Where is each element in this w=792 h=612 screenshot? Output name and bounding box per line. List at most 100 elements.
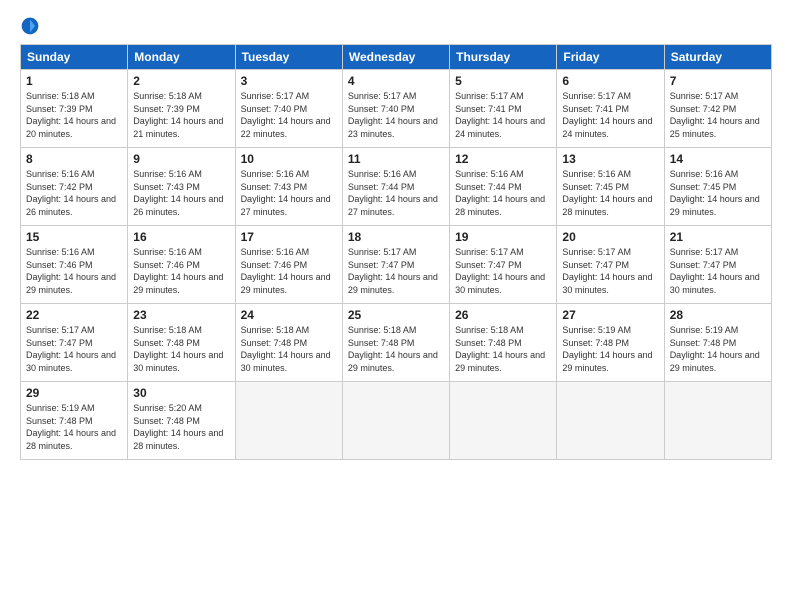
day-header-tuesday: Tuesday <box>235 45 342 70</box>
day-header-saturday: Saturday <box>664 45 771 70</box>
week-row-2: 8 Sunrise: 5:16 AM Sunset: 7:42 PM Dayli… <box>21 148 772 226</box>
day-info: Sunrise: 5:17 AM Sunset: 7:47 PM Dayligh… <box>455 246 551 296</box>
day-number: 9 <box>133 152 229 166</box>
day-number: 7 <box>670 74 766 88</box>
day-number: 30 <box>133 386 229 400</box>
calendar-cell <box>235 382 342 460</box>
calendar-cell: 14 Sunrise: 5:16 AM Sunset: 7:45 PM Dayl… <box>664 148 771 226</box>
day-info: Sunrise: 5:19 AM Sunset: 7:48 PM Dayligh… <box>670 324 766 374</box>
calendar-cell: 24 Sunrise: 5:18 AM Sunset: 7:48 PM Dayl… <box>235 304 342 382</box>
day-info: Sunrise: 5:19 AM Sunset: 7:48 PM Dayligh… <box>26 402 122 452</box>
day-number: 2 <box>133 74 229 88</box>
day-info: Sunrise: 5:18 AM Sunset: 7:48 PM Dayligh… <box>133 324 229 374</box>
day-header-wednesday: Wednesday <box>342 45 449 70</box>
day-info: Sunrise: 5:17 AM Sunset: 7:41 PM Dayligh… <box>562 90 658 140</box>
day-number: 3 <box>241 74 337 88</box>
day-number: 13 <box>562 152 658 166</box>
day-number: 18 <box>348 230 444 244</box>
day-info: Sunrise: 5:16 AM Sunset: 7:45 PM Dayligh… <box>562 168 658 218</box>
day-number: 8 <box>26 152 122 166</box>
calendar-cell: 19 Sunrise: 5:17 AM Sunset: 7:47 PM Dayl… <box>450 226 557 304</box>
page: SundayMondayTuesdayWednesdayThursdayFrid… <box>0 0 792 612</box>
calendar-cell: 17 Sunrise: 5:16 AM Sunset: 7:46 PM Dayl… <box>235 226 342 304</box>
calendar-header-row: SundayMondayTuesdayWednesdayThursdayFrid… <box>21 45 772 70</box>
calendar-cell: 4 Sunrise: 5:17 AM Sunset: 7:40 PM Dayli… <box>342 70 449 148</box>
day-info: Sunrise: 5:17 AM Sunset: 7:41 PM Dayligh… <box>455 90 551 140</box>
day-number: 29 <box>26 386 122 400</box>
day-info: Sunrise: 5:16 AM Sunset: 7:46 PM Dayligh… <box>133 246 229 296</box>
day-number: 1 <box>26 74 122 88</box>
day-info: Sunrise: 5:18 AM Sunset: 7:48 PM Dayligh… <box>348 324 444 374</box>
day-header-thursday: Thursday <box>450 45 557 70</box>
day-number: 28 <box>670 308 766 322</box>
calendar-cell: 18 Sunrise: 5:17 AM Sunset: 7:47 PM Dayl… <box>342 226 449 304</box>
calendar-cell: 8 Sunrise: 5:16 AM Sunset: 7:42 PM Dayli… <box>21 148 128 226</box>
day-info: Sunrise: 5:16 AM Sunset: 7:44 PM Dayligh… <box>455 168 551 218</box>
day-info: Sunrise: 5:17 AM Sunset: 7:40 PM Dayligh… <box>241 90 337 140</box>
header <box>20 16 772 36</box>
day-number: 26 <box>455 308 551 322</box>
day-number: 14 <box>670 152 766 166</box>
calendar-cell: 7 Sunrise: 5:17 AM Sunset: 7:42 PM Dayli… <box>664 70 771 148</box>
calendar-cell: 5 Sunrise: 5:17 AM Sunset: 7:41 PM Dayli… <box>450 70 557 148</box>
day-number: 17 <box>241 230 337 244</box>
day-number: 27 <box>562 308 658 322</box>
day-info: Sunrise: 5:17 AM Sunset: 7:40 PM Dayligh… <box>348 90 444 140</box>
week-row-5: 29 Sunrise: 5:19 AM Sunset: 7:48 PM Dayl… <box>21 382 772 460</box>
day-header-monday: Monday <box>128 45 235 70</box>
day-info: Sunrise: 5:17 AM Sunset: 7:47 PM Dayligh… <box>348 246 444 296</box>
calendar-cell: 16 Sunrise: 5:16 AM Sunset: 7:46 PM Dayl… <box>128 226 235 304</box>
logo <box>20 16 44 36</box>
day-header-friday: Friday <box>557 45 664 70</box>
day-info: Sunrise: 5:16 AM Sunset: 7:46 PM Dayligh… <box>241 246 337 296</box>
day-info: Sunrise: 5:20 AM Sunset: 7:48 PM Dayligh… <box>133 402 229 452</box>
day-number: 19 <box>455 230 551 244</box>
day-info: Sunrise: 5:16 AM Sunset: 7:46 PM Dayligh… <box>26 246 122 296</box>
calendar-cell: 15 Sunrise: 5:16 AM Sunset: 7:46 PM Dayl… <box>21 226 128 304</box>
calendar-cell <box>342 382 449 460</box>
calendar-cell: 1 Sunrise: 5:18 AM Sunset: 7:39 PM Dayli… <box>21 70 128 148</box>
calendar-cell <box>450 382 557 460</box>
day-number: 10 <box>241 152 337 166</box>
calendar-cell: 27 Sunrise: 5:19 AM Sunset: 7:48 PM Dayl… <box>557 304 664 382</box>
calendar-cell: 30 Sunrise: 5:20 AM Sunset: 7:48 PM Dayl… <box>128 382 235 460</box>
day-info: Sunrise: 5:17 AM Sunset: 7:47 PM Dayligh… <box>562 246 658 296</box>
logo-icon <box>20 16 40 36</box>
day-info: Sunrise: 5:16 AM Sunset: 7:45 PM Dayligh… <box>670 168 766 218</box>
calendar-cell: 25 Sunrise: 5:18 AM Sunset: 7:48 PM Dayl… <box>342 304 449 382</box>
day-number: 6 <box>562 74 658 88</box>
week-row-4: 22 Sunrise: 5:17 AM Sunset: 7:47 PM Dayl… <box>21 304 772 382</box>
day-info: Sunrise: 5:18 AM Sunset: 7:39 PM Dayligh… <box>133 90 229 140</box>
calendar-cell: 12 Sunrise: 5:16 AM Sunset: 7:44 PM Dayl… <box>450 148 557 226</box>
day-info: Sunrise: 5:16 AM Sunset: 7:44 PM Dayligh… <box>348 168 444 218</box>
day-number: 4 <box>348 74 444 88</box>
day-number: 20 <box>562 230 658 244</box>
day-number: 21 <box>670 230 766 244</box>
calendar-cell: 11 Sunrise: 5:16 AM Sunset: 7:44 PM Dayl… <box>342 148 449 226</box>
calendar-cell: 20 Sunrise: 5:17 AM Sunset: 7:47 PM Dayl… <box>557 226 664 304</box>
day-number: 11 <box>348 152 444 166</box>
day-number: 25 <box>348 308 444 322</box>
day-info: Sunrise: 5:16 AM Sunset: 7:43 PM Dayligh… <box>241 168 337 218</box>
day-info: Sunrise: 5:16 AM Sunset: 7:43 PM Dayligh… <box>133 168 229 218</box>
calendar-cell <box>664 382 771 460</box>
calendar-cell: 13 Sunrise: 5:16 AM Sunset: 7:45 PM Dayl… <box>557 148 664 226</box>
week-row-1: 1 Sunrise: 5:18 AM Sunset: 7:39 PM Dayli… <box>21 70 772 148</box>
calendar-cell: 22 Sunrise: 5:17 AM Sunset: 7:47 PM Dayl… <box>21 304 128 382</box>
day-number: 15 <box>26 230 122 244</box>
day-info: Sunrise: 5:17 AM Sunset: 7:47 PM Dayligh… <box>670 246 766 296</box>
calendar-cell: 26 Sunrise: 5:18 AM Sunset: 7:48 PM Dayl… <box>450 304 557 382</box>
calendar-cell: 28 Sunrise: 5:19 AM Sunset: 7:48 PM Dayl… <box>664 304 771 382</box>
day-info: Sunrise: 5:18 AM Sunset: 7:48 PM Dayligh… <box>241 324 337 374</box>
day-number: 5 <box>455 74 551 88</box>
calendar-cell <box>557 382 664 460</box>
day-info: Sunrise: 5:19 AM Sunset: 7:48 PM Dayligh… <box>562 324 658 374</box>
week-row-3: 15 Sunrise: 5:16 AM Sunset: 7:46 PM Dayl… <box>21 226 772 304</box>
day-number: 22 <box>26 308 122 322</box>
day-number: 24 <box>241 308 337 322</box>
calendar-cell: 29 Sunrise: 5:19 AM Sunset: 7:48 PM Dayl… <box>21 382 128 460</box>
day-number: 12 <box>455 152 551 166</box>
calendar-cell: 9 Sunrise: 5:16 AM Sunset: 7:43 PM Dayli… <box>128 148 235 226</box>
calendar-cell: 2 Sunrise: 5:18 AM Sunset: 7:39 PM Dayli… <box>128 70 235 148</box>
day-info: Sunrise: 5:16 AM Sunset: 7:42 PM Dayligh… <box>26 168 122 218</box>
